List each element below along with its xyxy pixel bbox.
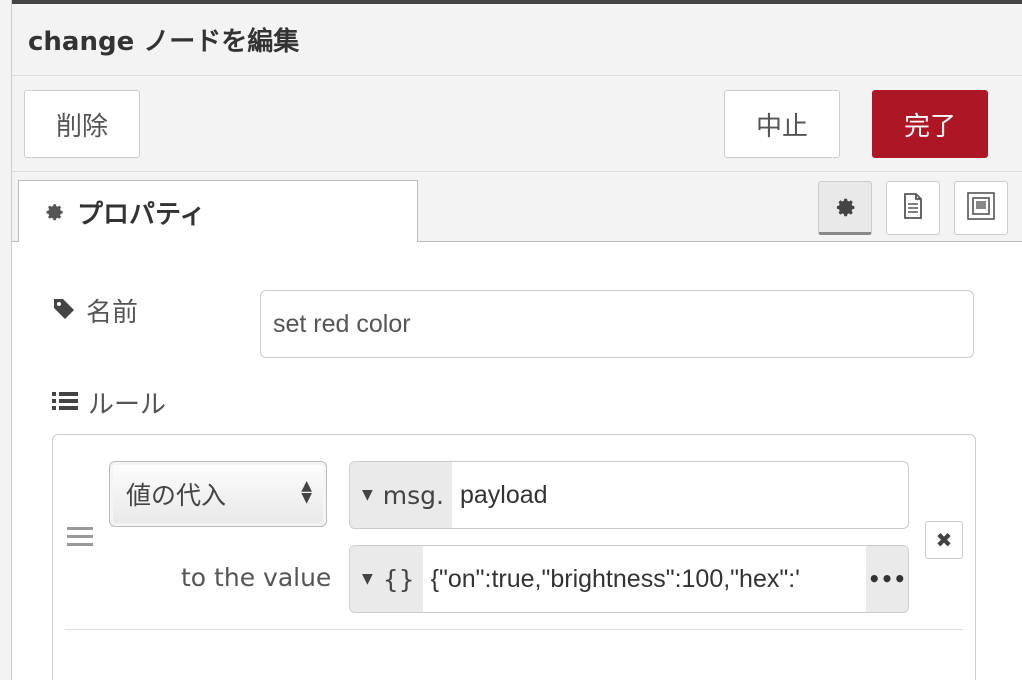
value-input: ▼ {} {"on":true,"brightness":100,"hex":'… bbox=[349, 545, 909, 613]
select-arrows-icon: ▲ ▼ bbox=[301, 478, 312, 506]
list-icon bbox=[52, 390, 78, 416]
delete-button[interactable]: 削除 bbox=[24, 90, 140, 158]
document-icon bbox=[901, 192, 925, 224]
target-type-select[interactable]: ▼ msg. bbox=[350, 462, 452, 528]
description-tab-button[interactable] bbox=[886, 181, 940, 235]
target-type-label: msg. bbox=[382, 480, 444, 510]
tab-properties[interactable]: プロパティ bbox=[18, 180, 418, 243]
remove-rule-button[interactable]: ✖ bbox=[925, 521, 963, 559]
caret-down-icon: ▼ bbox=[362, 487, 373, 503]
caret-down-icon: ▼ bbox=[362, 571, 373, 587]
appearance-tab-button[interactable] bbox=[954, 181, 1008, 235]
tray-toolbar: 削除 中止 完了 bbox=[12, 76, 1022, 172]
rule-action-select[interactable]: 値の代入 ▲ ▼ bbox=[109, 461, 327, 527]
name-label: 名前 bbox=[86, 298, 139, 328]
value-field[interactable]: {"on":true,"brightness":100,"hex":' bbox=[423, 546, 866, 612]
target-property-input: ▼ msg. payload bbox=[349, 461, 909, 529]
properties-panel: 名前 set red color ルール 値の代入 ▲ ▼ ▼ msg. pay… bbox=[12, 242, 1022, 680]
edit-tray: change ノードを編集 削除 中止 完了 プロパティ 名前 set red … bbox=[12, 4, 1022, 680]
tray-header: change ノードを編集 bbox=[12, 4, 1022, 76]
rules-row: ルール bbox=[52, 384, 166, 421]
name-row: 名前 bbox=[52, 292, 138, 329]
left-edge bbox=[0, 0, 12, 680]
tab-properties-label: プロパティ bbox=[77, 199, 206, 230]
rules-label: ルール bbox=[88, 390, 167, 420]
value-type-select[interactable]: ▼ {} bbox=[350, 546, 423, 612]
expand-editor-button[interactable]: ••• bbox=[866, 546, 908, 612]
tray-title: change ノードを編集 bbox=[28, 27, 300, 57]
appearance-icon bbox=[966, 191, 996, 225]
rules-list: 値の代入 ▲ ▼ ▼ msg. payload to the value ▼ {}… bbox=[52, 434, 976, 680]
to-value-label: to the value bbox=[181, 563, 332, 592]
tag-icon bbox=[52, 297, 76, 325]
done-button[interactable]: 完了 bbox=[872, 90, 988, 158]
gear-icon bbox=[833, 193, 857, 221]
name-input[interactable]: set red color bbox=[260, 290, 974, 358]
drag-handle-icon[interactable] bbox=[67, 527, 93, 551]
value-type-label: {} bbox=[382, 564, 415, 594]
tab-bar: プロパティ bbox=[12, 172, 1022, 243]
rule-divider bbox=[65, 629, 963, 630]
settings-tab-button[interactable] bbox=[818, 181, 872, 235]
rule-action-value: 値の代入 bbox=[126, 481, 227, 510]
target-value-field[interactable]: payload bbox=[452, 462, 908, 528]
gear-icon bbox=[43, 199, 65, 225]
cancel-button[interactable]: 中止 bbox=[724, 90, 840, 158]
